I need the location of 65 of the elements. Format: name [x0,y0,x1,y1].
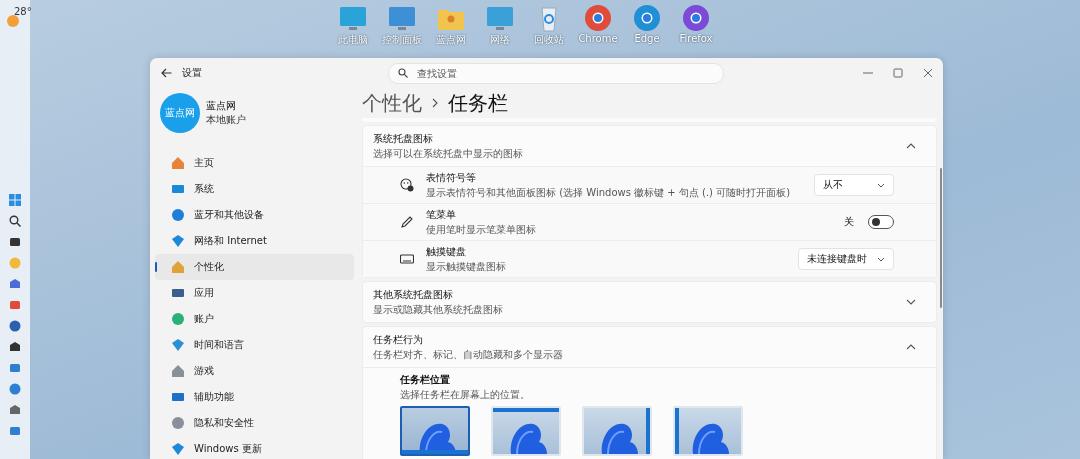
taskbar-position-option[interactable] [400,406,470,456]
chevron-right-icon [432,98,438,108]
chevron-down-icon [877,182,885,188]
nav-icon [171,234,185,248]
sidebar-item[interactable]: 蓝牙和其他设备 [155,202,354,228]
nav-icon [171,364,185,378]
nav-icon [171,416,185,430]
chevron-down-icon [877,256,885,262]
sidebar-item[interactable]: 时间和语言 [155,332,354,358]
browser-icon [632,4,662,32]
nav-icon [171,390,185,404]
nav-icon [171,156,185,170]
scrollbar[interactable] [940,168,942,308]
app-icon[interactable] [9,236,21,248]
search-icon [398,67,408,78]
section-header[interactable]: 任务栏行为 任务栏对齐、标记、自动隐藏和多个显示器 [363,327,936,367]
sidebar-item[interactable]: 隐私和安全性 [155,410,354,436]
dropdown[interactable]: 从不 [814,174,894,196]
breadcrumb-link[interactable]: 个性化 [362,89,422,117]
nav-icon [171,208,185,222]
maximize-icon[interactable] [893,68,903,78]
settings-section: 系统托盘图标 选择可以在系统托盘中显示的图标 表情符号等 显示表情符号和其他面板图标 (选择 Windows 徽标键 + 句点 (.) 可随时打开面板) 从不 笔菜单 使用笔时显示笔菜单图标 关 触摸键盘 显示触摸键盘图标 未连接键盘时 [362,125,937,278]
close-icon[interactable] [923,68,933,78]
section-header[interactable]: 其他系统托盘图标 显示或隐藏其他系统托盘图标 [363,282,936,322]
settings-section: 任务栏行为 任务栏对齐、标记、自动隐藏和多个显示器 任务栏位置 选择任务栏在屏幕上的位置。 [362,326,937,459]
avatar-logo: 蓝点网 [160,93,200,133]
app-icon[interactable] [9,404,21,416]
browser-icon [583,4,613,32]
back-arrow-icon[interactable] [161,68,172,78]
pen-icon [400,215,414,229]
monitor-icon [485,4,515,32]
monitor-icon [338,4,368,32]
page-title: 任务栏 [448,89,508,117]
sidebar-item[interactable]: 主页 [155,150,354,176]
start-icon[interactable] [9,194,21,206]
nav-icon [171,182,185,196]
sidebar-item[interactable]: 辅助功能 [155,384,354,410]
nav-icon [171,286,185,300]
profile-name: 蓝点网 [206,99,237,113]
sidebar-item[interactable]: 个性化 [155,254,354,280]
dropdown[interactable]: 未连接键盘时 [798,248,894,270]
sidebar-item[interactable]: Windows 更新 [155,436,354,459]
sidebar-item[interactable]: 账户 [155,306,354,332]
section-header[interactable]: 系统托盘图标 选择可以在系统托盘中显示的图标 [363,126,936,166]
monitor-icon [387,4,417,32]
nav-icon [171,442,185,456]
window-title: 设置 [182,66,202,80]
sidebar-item[interactable]: 游戏 [155,358,354,384]
toggle-state-label: 关 [844,215,854,229]
app-icon[interactable] [9,341,21,353]
search-icon[interactable] [9,215,21,227]
nav-icon [171,338,185,352]
browser-icon [681,4,711,32]
sidebar-item[interactable]: 网络和 Internet [155,228,354,254]
account-type: 本地账户 [206,113,246,127]
search-field[interactable]: 查找设置 [388,62,724,84]
nav-icon [171,260,185,274]
temperature: 28° [14,6,32,17]
sidebar-item[interactable]: 应用 [155,280,354,306]
toggle-switch[interactable] [868,215,894,229]
sidebar-item[interactable]: 系统 [155,176,354,202]
nav-icon [171,312,185,326]
app-icon[interactable] [9,320,21,332]
emoji-icon [400,178,414,192]
keyboard-icon [400,252,414,266]
